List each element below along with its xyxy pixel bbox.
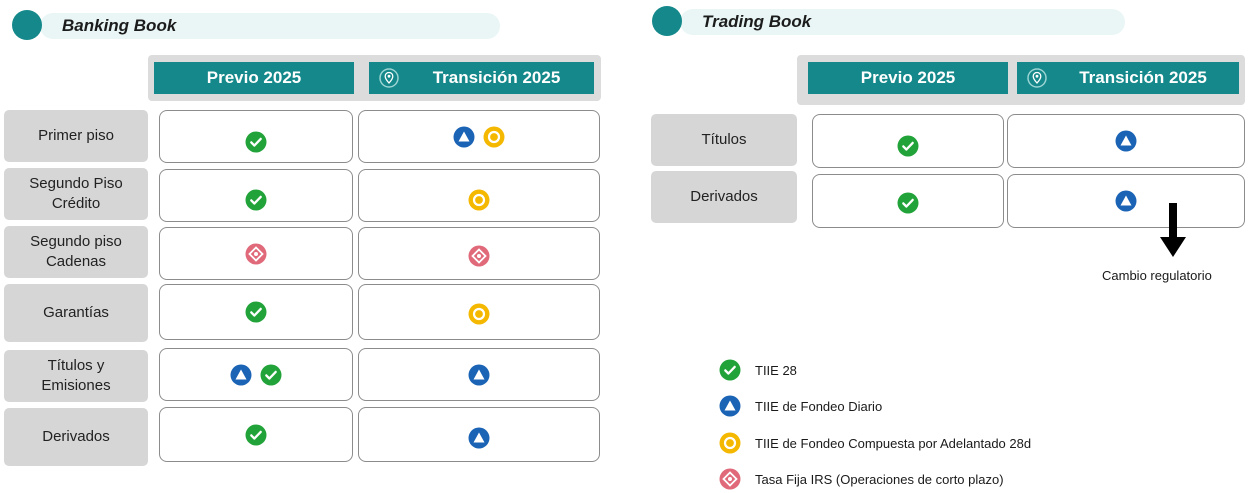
- previo-cell: [812, 174, 1004, 228]
- row-label: Segundo piso Cadenas: [4, 226, 148, 278]
- teal-dot-icon: [652, 6, 682, 36]
- banking-col-transicion: Transición 2025: [369, 62, 594, 94]
- green-check-icon: [245, 424, 267, 446]
- previo-cell: [159, 407, 353, 462]
- trading-col-previo: Previo 2025: [808, 62, 1008, 94]
- yellow-circle-icon: [468, 189, 490, 211]
- pink-diamond-icon: [245, 243, 267, 265]
- previo-cell: [812, 114, 1004, 168]
- transicion-cell: [358, 348, 600, 401]
- legend-item: TIIE 28: [719, 359, 797, 381]
- teal-dot-icon: [12, 10, 42, 40]
- transicion-cell: [358, 110, 600, 163]
- blue-triangle-icon: [468, 427, 490, 449]
- transicion-cell: [358, 284, 600, 340]
- row-label: Derivados: [4, 408, 148, 466]
- row-label-text: Derivados: [690, 188, 758, 205]
- transicion-cell: [358, 169, 600, 222]
- trading-book-header: Trading Book: [652, 6, 1132, 36]
- previo-cell: [159, 348, 353, 401]
- row-label-text: Segundo piso Cadenas: [30, 233, 122, 270]
- trading-col-transicion: Transición 2025: [1017, 62, 1239, 94]
- down-arrow-icon: [1160, 203, 1186, 257]
- green-check-icon: [245, 189, 267, 211]
- yellow-circle-icon: [468, 303, 490, 325]
- legend-item: Tasa Fija IRS (Operaciones de corto plaz…: [719, 468, 1004, 490]
- legend-label: Tasa Fija IRS (Operaciones de corto plaz…: [755, 471, 1004, 487]
- row-label: Títulos y Emisiones: [4, 350, 148, 402]
- green-check-icon: [260, 364, 282, 386]
- previo-cell: [159, 284, 353, 340]
- legend-label: TIIE 28: [755, 362, 797, 378]
- legend-label: TIIE de Fondeo Diario: [755, 398, 883, 414]
- legend-item: TIIE de Fondeo Compuesta por Adelantado …: [719, 432, 1031, 454]
- trading-book-title: Trading Book: [702, 12, 812, 31]
- green-check-icon: [897, 192, 919, 214]
- row-label-text: Segundo Piso Crédito: [29, 175, 123, 212]
- cambio-regulatorio-label: Cambio regulatorio: [1102, 268, 1212, 283]
- row-label: Títulos: [651, 114, 797, 166]
- transicion-cell: [358, 227, 600, 280]
- transicion-cell: [358, 407, 600, 462]
- yellow-circle-icon: [483, 126, 505, 148]
- banking-col-previo: Previo 2025: [154, 62, 354, 94]
- row-label-text: Títulos y Emisiones: [41, 357, 111, 394]
- location-pin-icon: [379, 68, 399, 88]
- col-previo-label: Previo 2025: [860, 68, 956, 87]
- row-label: Primer piso: [4, 110, 148, 162]
- row-label: Garantías: [4, 284, 148, 342]
- transicion-cell: [1007, 114, 1245, 168]
- blue-triangle-icon: [1115, 190, 1137, 212]
- previo-cell: [159, 227, 353, 280]
- blue-triangle-icon: [1115, 130, 1137, 152]
- legend-item: TIIE de Fondeo Diario: [719, 395, 882, 417]
- blue-triangle-icon: [230, 364, 252, 386]
- row-label-text: Primer piso: [38, 127, 114, 144]
- banking-book-title: Banking Book: [62, 16, 177, 35]
- blue-triangle-icon: [719, 395, 741, 417]
- location-pin-icon: [1027, 68, 1047, 88]
- row-label-text: Garantías: [43, 304, 109, 321]
- green-check-icon: [245, 301, 267, 323]
- pink-diamond-icon: [719, 468, 741, 490]
- row-label: Segundo Piso Crédito: [4, 168, 148, 220]
- green-check-icon: [897, 135, 919, 157]
- col-transicion-label: Transición 2025: [1079, 68, 1207, 87]
- pink-diamond-icon: [468, 245, 490, 267]
- row-label-text: Derivados: [42, 428, 110, 445]
- transicion-cell: [1007, 174, 1245, 228]
- legend-label: TIIE de Fondeo Compuesta por Adelantado …: [755, 435, 1032, 451]
- col-previo-label: Previo 2025: [206, 68, 302, 87]
- row-label: Derivados: [651, 171, 797, 223]
- green-check-icon: [245, 131, 267, 153]
- blue-triangle-icon: [468, 364, 490, 386]
- banking-book-header: Banking Book: [12, 10, 500, 40]
- row-label-text: Títulos: [701, 131, 747, 148]
- previo-cell: [159, 110, 353, 163]
- previo-cell: [159, 169, 353, 222]
- green-check-icon: [719, 359, 741, 381]
- yellow-circle-icon: [719, 432, 741, 454]
- blue-triangle-icon: [453, 126, 475, 148]
- col-transicion-label: Transición 2025: [432, 68, 561, 87]
